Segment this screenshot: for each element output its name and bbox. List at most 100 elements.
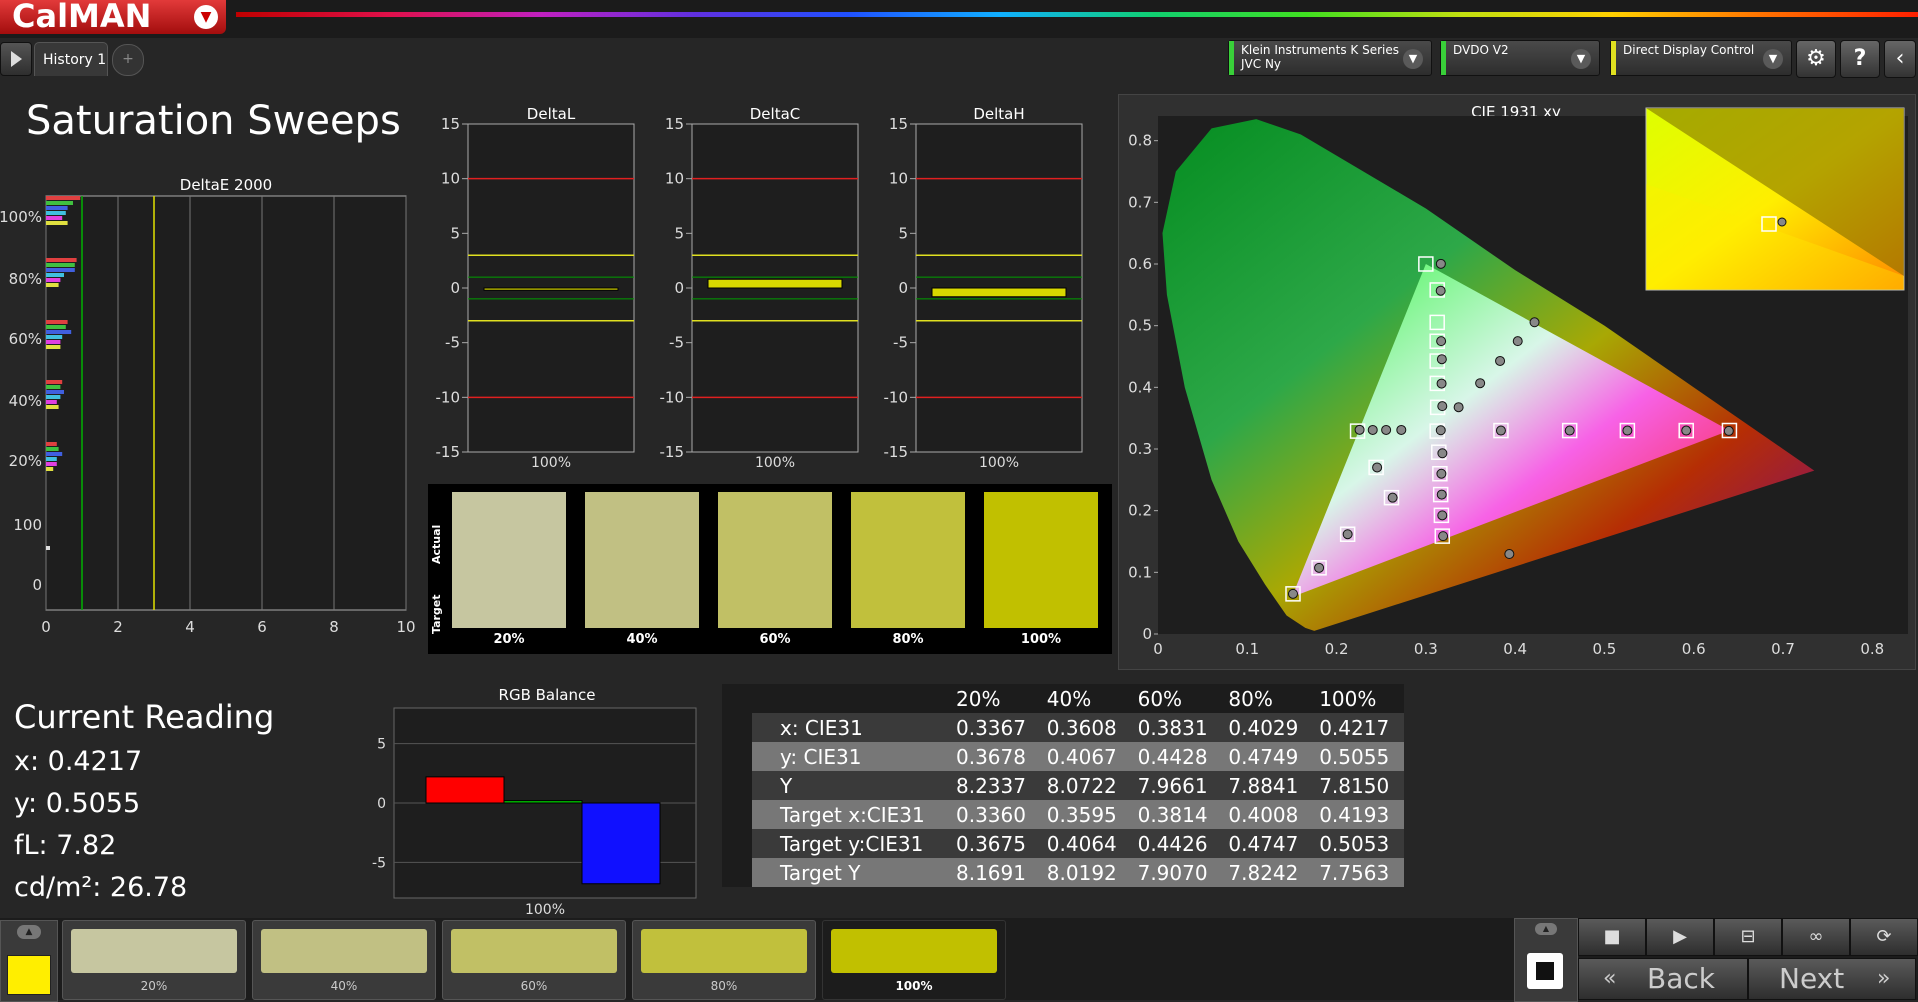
y-tick-label: 15 <box>441 115 460 133</box>
collapse-button[interactable]: ‹ <box>1884 40 1916 78</box>
page-title: Saturation Sweeps <box>26 98 401 144</box>
chevron-up-icon[interactable]: ▲ <box>1535 923 1557 935</box>
source-status-indicator <box>1441 41 1446 75</box>
swatch-label: 40% <box>330 979 358 993</box>
cell: 0.3360 <box>950 800 1041 829</box>
x-tick-label: 10 <box>396 618 415 636</box>
help-button[interactable]: ? <box>1840 40 1880 78</box>
cell: 0.4217 <box>1313 713 1404 742</box>
refresh-button[interactable]: ⟳ <box>1850 918 1918 956</box>
bottom-swatch-60[interactable]: 60% <box>442 920 626 1000</box>
y-tick-label: 5 <box>674 224 684 242</box>
swatch-label: 80% <box>710 979 738 993</box>
measured-point <box>1681 425 1692 436</box>
chevron-up-icon[interactable]: ▲ <box>17 925 41 939</box>
loop-button[interactable]: ∞ <box>1782 918 1850 956</box>
y-tick-label: 0.5 <box>1128 317 1152 335</box>
measured-point <box>1314 562 1325 573</box>
swatch-fill <box>261 929 427 973</box>
deltae-bar <box>46 258 77 262</box>
cell: 0.3831 <box>1131 713 1223 742</box>
settings-button[interactable]: ⚙ <box>1796 40 1836 78</box>
tab-history-1[interactable]: History 1 <box>34 42 108 76</box>
chevron-down-icon: ▼ <box>1763 49 1783 69</box>
refresh-icon: ⟳ <box>1876 926 1892 947</box>
back-button[interactable]: « Back <box>1578 958 1748 1000</box>
measured-point <box>1435 258 1446 269</box>
current-color-swatch <box>7 955 51 995</box>
deltae-bar <box>46 452 63 456</box>
deltae-bar <box>46 278 61 282</box>
y-tick-label: -10 <box>660 388 685 406</box>
measured-point <box>1342 529 1353 540</box>
cell: 8.0722 <box>1040 771 1132 800</box>
measured-point <box>1495 355 1506 366</box>
y-tick-label: 10 <box>665 170 684 188</box>
x-label: 100% <box>755 455 795 470</box>
deltae-bar <box>46 457 57 461</box>
table-header <box>752 684 950 713</box>
workflow-play-button[interactable] <box>0 42 32 76</box>
delta-chart-title: DeltaL <box>527 105 576 123</box>
measured-point <box>1372 462 1383 473</box>
measure-button[interactable]: ▶ <box>1646 918 1714 956</box>
collapse-icon: ‹ <box>1895 46 1905 71</box>
next-button[interactable]: Next » <box>1748 958 1916 1000</box>
deltae-bar <box>46 340 61 344</box>
stop-all-button[interactable] <box>1527 953 1563 989</box>
table-header: 60% <box>1131 684 1223 713</box>
logo-dropdown-icon[interactable]: ▼ <box>194 5 218 29</box>
deltae-bar <box>46 325 66 329</box>
readings-table: 20% 40% 60% 80% 100% x: CIE31 0.3367 0.360… <box>722 684 1404 887</box>
x-tick-label: 0.6 <box>1682 640 1706 658</box>
measured-point <box>1437 510 1448 521</box>
y-tick-label: 0 <box>32 576 42 594</box>
deltae-bar <box>46 335 63 339</box>
y-tick-label: 0.8 <box>1128 132 1152 150</box>
stop-button[interactable]: ■ <box>1578 918 1646 956</box>
cell: 0.3595 <box>1040 800 1132 829</box>
measured-point <box>1504 549 1515 560</box>
display-selector[interactable]: Direct Display Control ▼ <box>1610 40 1792 76</box>
zoom-measured-point <box>1777 217 1787 227</box>
source-selector[interactable]: DVDO V2 ▼ <box>1440 40 1600 76</box>
deltae-bar <box>46 345 61 349</box>
swatch-20 <box>452 492 566 628</box>
measured-point <box>1495 425 1506 436</box>
measured-point <box>1436 468 1447 479</box>
add-tab-button[interactable]: + <box>112 44 144 76</box>
y-tick-label: -5 <box>669 334 684 352</box>
play-icon: ▶ <box>1673 926 1687 947</box>
y-tick-label: -15 <box>660 443 685 461</box>
y-tick-label: 0 <box>674 279 684 297</box>
cell: 0.3367 <box>950 713 1041 742</box>
row-label: y: CIE31 <box>752 742 950 771</box>
measured-point <box>1436 336 1447 347</box>
stop-panel: ▲ <box>1514 918 1578 1002</box>
cell: 7.8150 <box>1313 771 1404 800</box>
swatch-fill <box>71 929 237 973</box>
y-tick-label: -10 <box>884 388 909 406</box>
bottom-swatch-80[interactable]: 80% <box>632 920 816 1000</box>
deltae-bar <box>46 283 59 287</box>
stop-icon: ■ <box>1603 926 1621 947</box>
swatch-label: 60% <box>520 979 548 993</box>
save-button[interactable]: ⊟ <box>1714 918 1782 956</box>
measured-point <box>1435 285 1446 296</box>
bottom-swatch-100[interactable]: 100% <box>822 920 1006 1000</box>
bottom-swatch-40[interactable]: 40% <box>252 920 436 1000</box>
x-label: 100% <box>979 455 1019 470</box>
cell: 7.9070 <box>1131 858 1223 887</box>
reading-cdm2: cd/m²: 26.78 <box>14 872 188 903</box>
spectrum-strip <box>236 12 1918 17</box>
x-tick-label: 2 <box>113 618 123 636</box>
measured-point <box>1512 336 1523 347</box>
bottom-swatch-20[interactable]: 20% <box>62 920 246 1000</box>
meter-selector[interactable]: Klein Instruments K Series JVC Ny ▼ <box>1228 40 1432 76</box>
deltae-bar <box>46 462 57 466</box>
deltae-bar <box>46 385 61 389</box>
reading-fl: fL: 7.82 <box>14 830 117 861</box>
calman-logo[interactable]: CalMAN <box>0 0 226 34</box>
cell: 0.4029 <box>1222 713 1314 742</box>
measured-point <box>1354 424 1365 435</box>
